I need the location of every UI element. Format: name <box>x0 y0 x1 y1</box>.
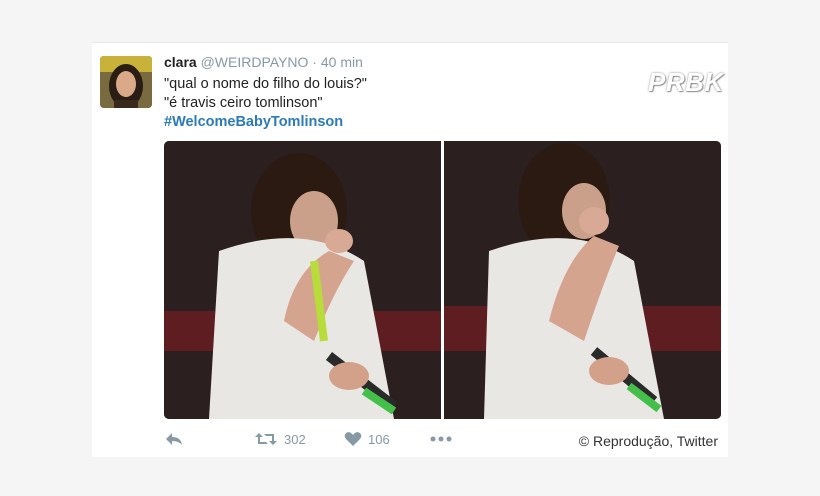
avatar[interactable] <box>100 56 152 108</box>
tweet-line-2: "é travis ceiro tomlinson" <box>164 95 323 111</box>
heart-icon <box>344 431 362 447</box>
image-credit: © Reprodução, Twitter <box>578 433 718 449</box>
like-button[interactable]: 106 <box>344 431 390 447</box>
author-name[interactable]: clara <box>164 54 197 70</box>
author-handle[interactable]: @WEIRDPAYNO <box>201 54 309 70</box>
tweet-header: clara @WEIRDPAYNO · 40 min <box>164 54 363 70</box>
more-icon <box>430 431 452 447</box>
watermark-logo: PRBK <box>648 67 724 97</box>
hashtag-link[interactable]: #WelcomeBabyTomlinson <box>164 113 367 132</box>
header-separator: · <box>312 54 317 70</box>
reply-button[interactable] <box>164 431 184 447</box>
tweet-line-1: "qual o nome do filho do louis?" <box>164 76 367 92</box>
retweet-icon <box>254 431 278 447</box>
photo-right <box>444 141 721 419</box>
retweet-button[interactable]: 302 <box>254 431 306 447</box>
avatar-image <box>100 56 152 108</box>
reply-icon <box>164 431 184 447</box>
tweet-time[interactable]: 40 min <box>321 54 363 70</box>
media-photos <box>164 141 721 419</box>
like-count: 106 <box>368 431 390 447</box>
more-button[interactable] <box>430 431 452 447</box>
photo-left <box>164 141 441 419</box>
tweet-text: "qual o nome do filho do louis?" "é trav… <box>164 75 367 132</box>
tweet-card: clara @WEIRDPAYNO · 40 min PRBK "qual o … <box>92 42 728 457</box>
tweet-media[interactable] <box>164 141 721 419</box>
retweet-count: 302 <box>284 431 306 447</box>
